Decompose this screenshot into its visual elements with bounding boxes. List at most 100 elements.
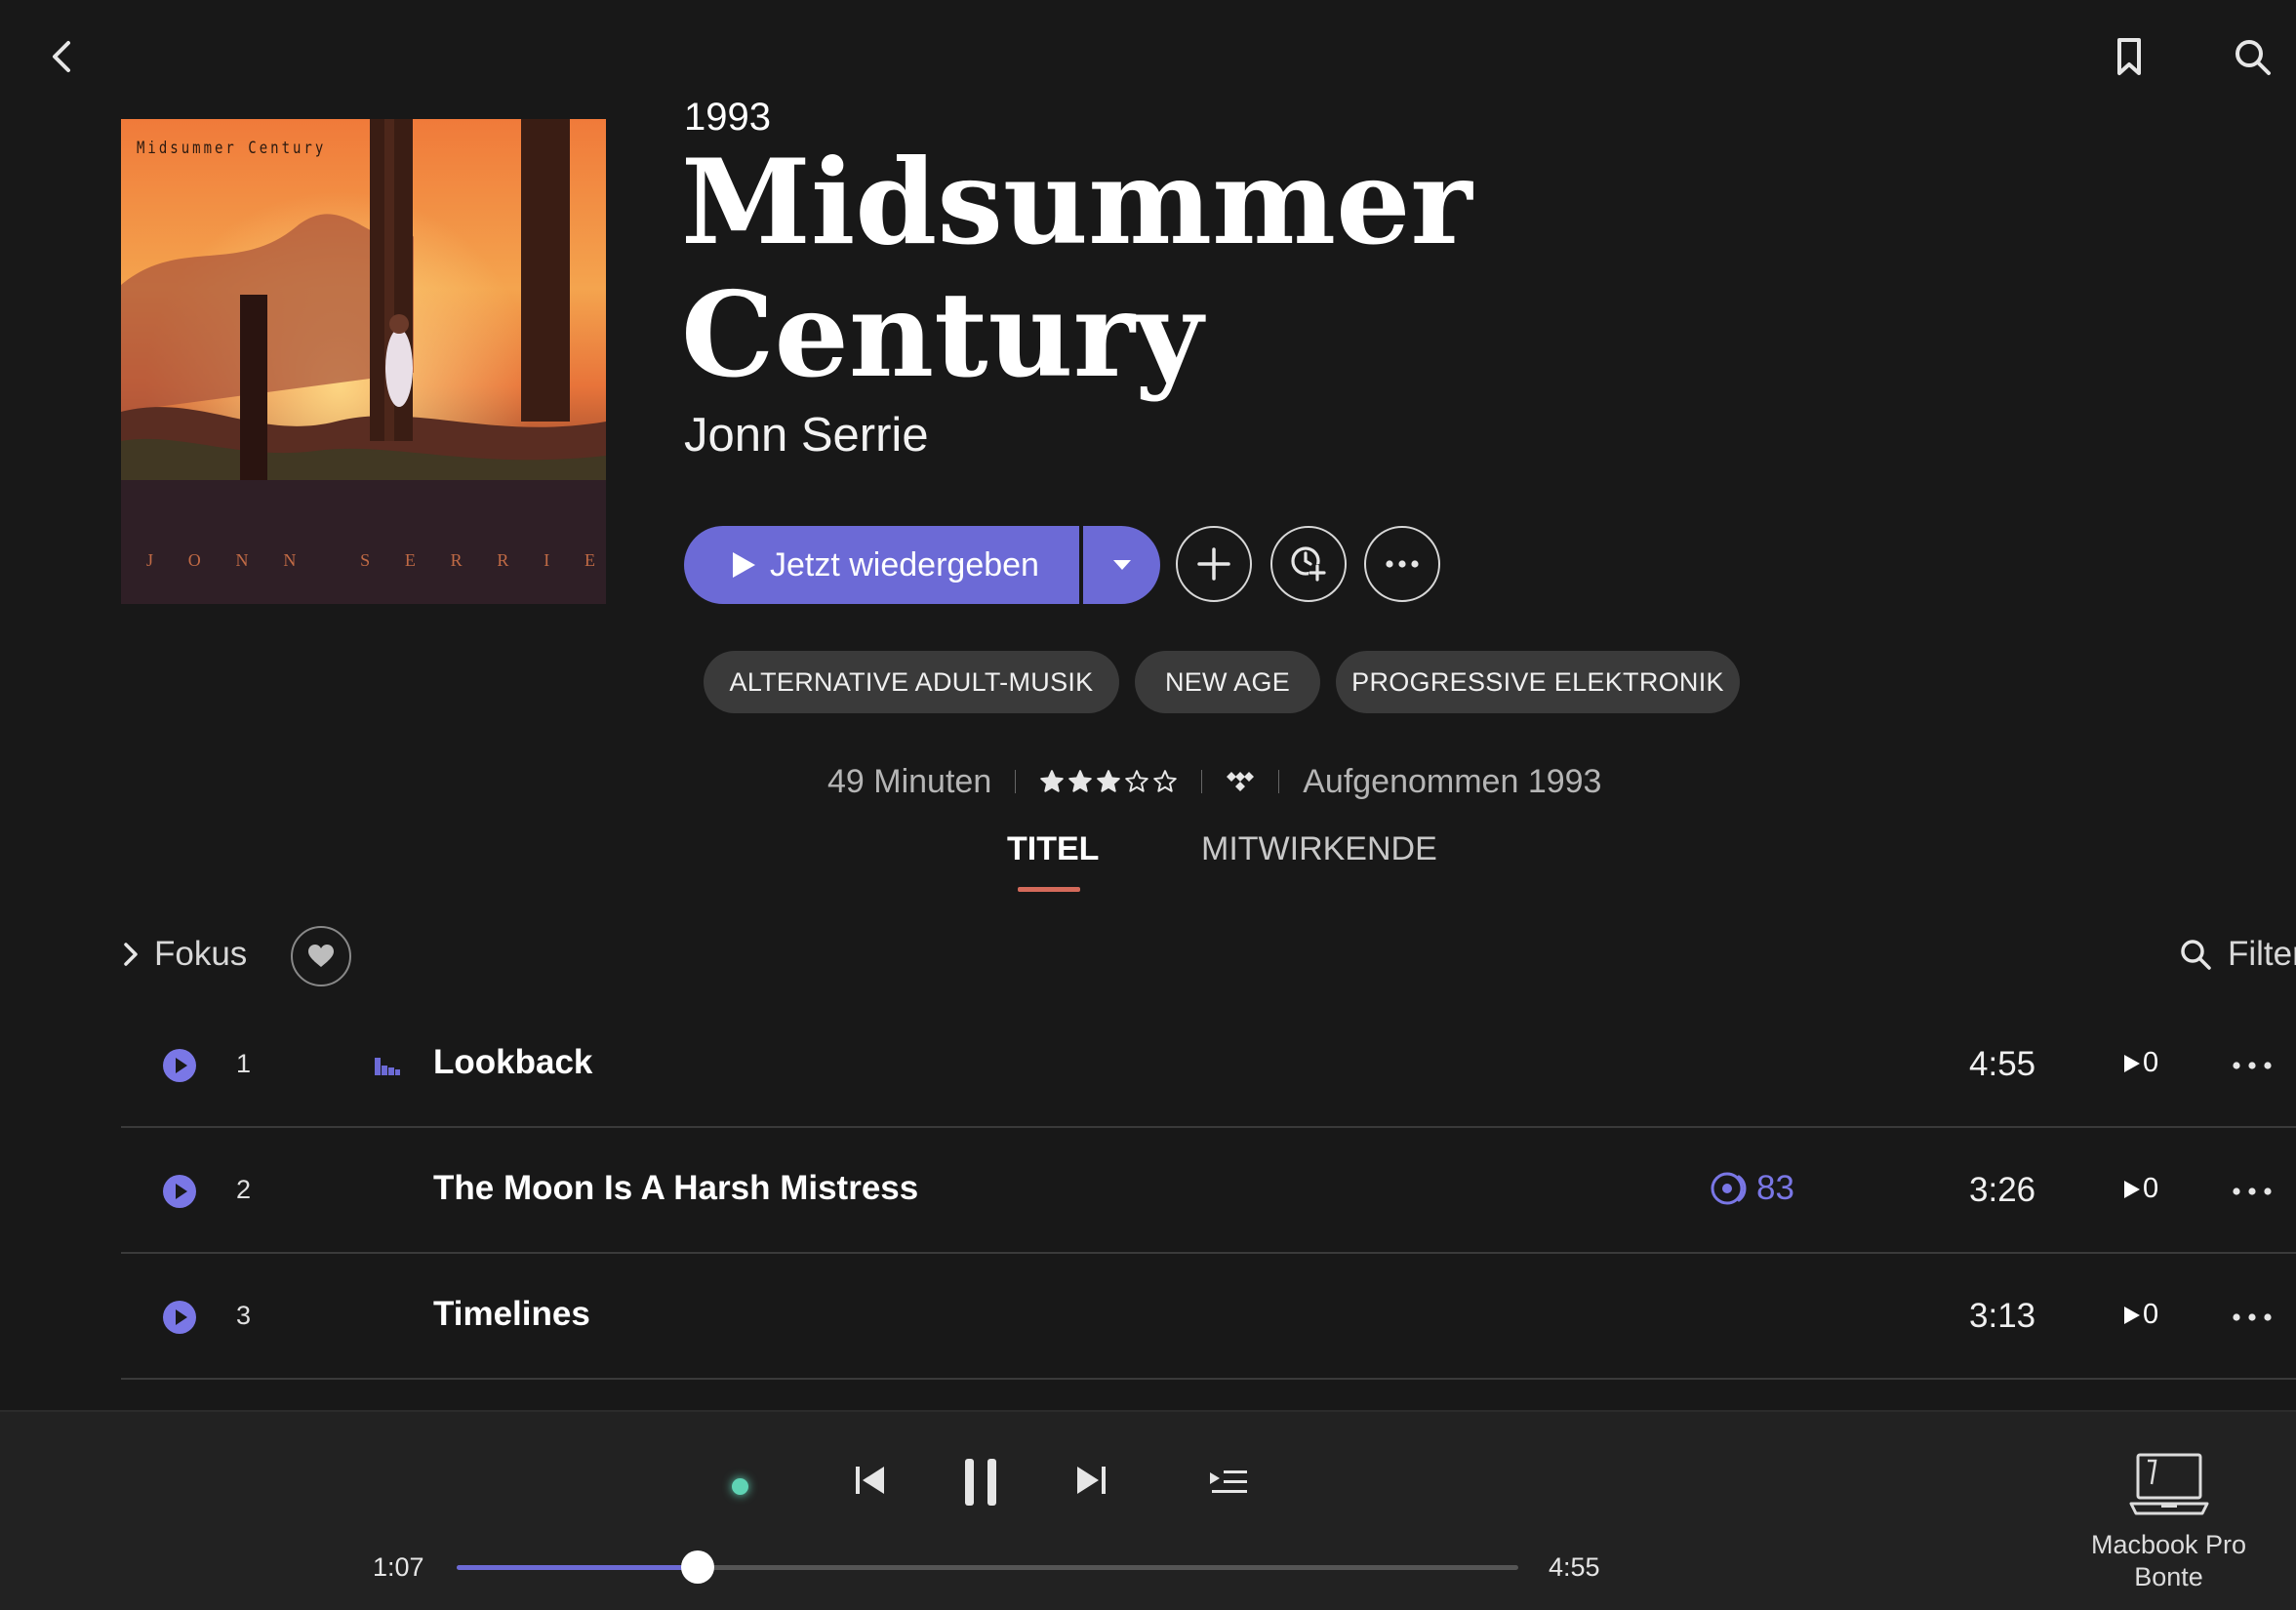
device-name-line1: Macbook Pro (2090, 1530, 2247, 1559)
table-row[interactable]: 1 Lookback 4:55 0 (121, 1002, 2296, 1128)
queue-icon[interactable] (1208, 1467, 1249, 1498)
chevron-down-icon (1112, 560, 1131, 570)
tab-credits[interactable]: MITWIRKENDE (1201, 830, 1437, 868)
meta-divider (1201, 770, 1203, 793)
next-track-icon[interactable] (1071, 1459, 1110, 1502)
heart-icon (308, 945, 334, 967)
play-icon (731, 551, 756, 579)
album-meta-row: 49 Minuten Aufgenommen 1993 (827, 759, 1601, 804)
track-more-icon[interactable] (2231, 1177, 2274, 1206)
ellipsis-icon (1386, 560, 1419, 568)
radio-icon (1711, 1172, 1747, 1205)
previous-track-icon[interactable] (851, 1459, 890, 1502)
output-device-button[interactable]: Macbook Pro Bonte (2069, 1451, 2269, 1593)
genre-pill-alternative-adult[interactable]: ALTERNATIVE ADULT-MUSIK (704, 651, 1119, 713)
star-filled-icon[interactable] (1039, 769, 1065, 794)
table-row[interactable]: 3 Timelines 3:13 0 (121, 1254, 2296, 1380)
play-count-value: 0 (2143, 1299, 2159, 1330)
play-count-value: 0 (2143, 1173, 2159, 1204)
album-duration: 49 Minuten (827, 762, 992, 800)
track-number: 3 (236, 1301, 252, 1330)
star-filled-icon[interactable] (1067, 769, 1093, 794)
meta-divider (1278, 770, 1280, 793)
cover-artist-letter: N (283, 550, 297, 570)
cover-artist-text: JONNSERRIE (146, 550, 595, 571)
album-title: Midsummer Century (681, 134, 1472, 404)
track-title[interactable]: The Moon Is A Harsh Mistress (433, 1169, 918, 1208)
play-options-dropdown[interactable] (1083, 526, 1160, 604)
cover-artist-letter: I (544, 550, 550, 570)
table-row[interactable]: 2 The Moon Is A Harsh Mistress 83 3:26 0 (121, 1128, 2296, 1254)
cover-artist-letter: E (584, 550, 595, 570)
search-icon (2181, 940, 2211, 970)
play-track-icon[interactable] (162, 1048, 197, 1083)
chevron-right-icon (124, 943, 138, 966)
back-icon[interactable] (43, 35, 82, 78)
track-more-icon[interactable] (2231, 1303, 2274, 1332)
search-icon[interactable] (2231, 35, 2274, 78)
play-count-icon (2124, 1180, 2140, 1198)
progress-fill (457, 1565, 698, 1570)
total-time: 4:55 (1549, 1552, 1600, 1582)
track-number: 1 (236, 1049, 252, 1078)
track-duration: 3:13 (1969, 1297, 2036, 1335)
popularity-value: 83 (1756, 1169, 1794, 1207)
play-now-button[interactable]: Jetzt wiedergeben (684, 526, 1079, 604)
play-track-icon[interactable] (162, 1174, 197, 1209)
tab-titles[interactable]: TITEL (1007, 830, 1099, 868)
track-duration: 4:55 (1969, 1045, 2036, 1083)
add-to-library-button[interactable] (1176, 526, 1252, 602)
rating-stars[interactable] (1039, 769, 1178, 794)
track-number: 2 (236, 1175, 252, 1204)
cover-artist-letter: S (360, 550, 371, 570)
tidal-logo-icon (1226, 771, 1255, 792)
genre-pill-progressive-electronic[interactable]: PROGRESSIVE ELEKTRONIK (1336, 651, 1740, 713)
cover-artist-letter: N (235, 550, 249, 570)
active-tab-indicator (1018, 887, 1080, 892)
star-empty-icon[interactable] (1152, 769, 1178, 794)
connection-status-indicator (732, 1478, 748, 1495)
play-now-label: Jetzt wiedergeben (770, 545, 1039, 584)
fokus-label: Fokus (154, 935, 248, 973)
clock-plus-icon (1291, 546, 1326, 582)
track-title[interactable]: Lookback (433, 1043, 592, 1082)
track-play-count: 0 (2121, 1047, 2158, 1079)
plus-icon (1197, 547, 1230, 581)
filter-label: Filter (2228, 935, 2296, 973)
star-filled-icon[interactable] (1096, 769, 1121, 794)
favorite-button[interactable] (291, 926, 351, 986)
track-duration: 3:26 (1969, 1171, 2036, 1209)
track-play-count: 0 (2121, 1173, 2158, 1205)
play-count-icon (2124, 1306, 2140, 1324)
more-options-button[interactable] (1364, 526, 1440, 602)
track-more-icon[interactable] (2231, 1051, 2274, 1080)
play-count-value: 0 (2143, 1047, 2159, 1078)
album-cover-art (121, 119, 606, 604)
cover-artist-letter: J (146, 550, 154, 570)
fokus-toggle[interactable]: Fokus (121, 935, 247, 974)
track-title[interactable]: Timelines (433, 1295, 590, 1334)
track-list: 1 Lookback 4:55 0 2 The Moon Is A Harsh … (121, 1002, 2296, 1380)
artist-name[interactable]: Jonn Serrie (684, 408, 929, 463)
play-count-icon (2124, 1054, 2140, 1072)
player-bar: 1:07 4:55 Macbook Pro Bonte (0, 1410, 2296, 1610)
play-track-icon[interactable] (162, 1300, 197, 1335)
bookmark-icon[interactable] (2108, 35, 2151, 78)
album-cover[interactable]: Midsummer Century J O N N S E R R I E (121, 119, 606, 604)
star-empty-icon[interactable] (1124, 769, 1149, 794)
now-playing-icon (375, 1058, 400, 1080)
track-play-count: 0 (2121, 1299, 2158, 1331)
cover-artist-letter: R (450, 550, 463, 570)
track-popularity: 83 (1710, 1169, 1794, 1208)
play-later-button[interactable] (1270, 526, 1347, 602)
pause-icon[interactable] (961, 1457, 1000, 1508)
genre-pill-new-age[interactable]: NEW AGE (1135, 651, 1320, 713)
cover-artist-letter: E (404, 550, 416, 570)
progress-knob[interactable] (680, 1550, 714, 1584)
device-name-line2: Bonte (2134, 1562, 2203, 1591)
progress-slider[interactable] (457, 1550, 1518, 1584)
current-time: 1:07 (373, 1552, 424, 1582)
filter-button[interactable]: Filter (2179, 935, 2296, 974)
cover-title-text: Midsummer Century (137, 139, 327, 158)
meta-divider (1015, 770, 1017, 793)
